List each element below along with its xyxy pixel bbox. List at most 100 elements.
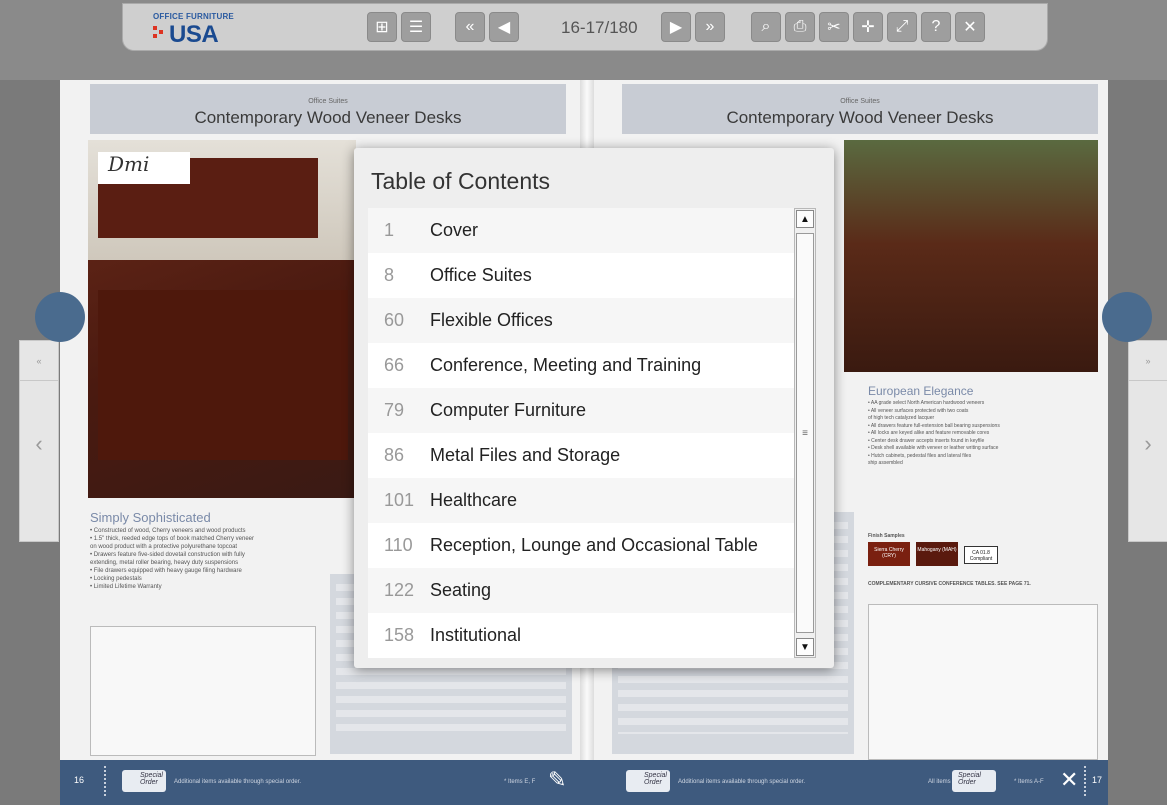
complementary-note: COMPLEMENTARY CURSIVE CONFERENCE TABLES.… (868, 581, 1031, 587)
special-order-badge-left: Special Order (122, 770, 166, 792)
chevron-right-icon: › (1144, 431, 1152, 456)
finish-swatch-mahogany: Mahogany (MAH) (916, 542, 958, 566)
double-chevron-left-icon: « (20, 341, 58, 381)
toc-page-number: 8 (384, 265, 395, 285)
toc-item-label: Flexible Offices (430, 310, 553, 330)
grip-icon: ≡ (802, 427, 808, 439)
toc-page-number: 110 (384, 535, 413, 555)
toc-item-label: Healthcare (430, 490, 518, 510)
pdf-button[interactable]: ✂ (819, 12, 849, 42)
zoom-icon: ✛ (861, 19, 875, 36)
chevron-right-icon: ▶ (669, 19, 683, 36)
thumbnails-button[interactable]: ⊞ (367, 12, 397, 42)
toc-item[interactable]: 66 Conference, Meeting and Training (368, 343, 804, 388)
toc-item-label: Metal Files and Storage (430, 445, 621, 465)
toc-button[interactable]: ☰ (401, 12, 431, 42)
toc-item-label: Computer Furniture (430, 400, 587, 420)
finish-swatch-cherry: Sierra Cherry (CRY) (868, 542, 910, 566)
chevron-left-icon: ◀ (497, 19, 511, 36)
scroll-up-button[interactable]: ▲ (796, 210, 814, 228)
prev-page-tab[interactable] (35, 292, 85, 342)
toc-item-label: Office Suites (430, 265, 532, 285)
right-diagram-box (868, 604, 1098, 760)
left-page-title: Contemporary Wood Veneer Desks (194, 108, 462, 127)
left-footer-text: Additional items available through speci… (174, 779, 302, 785)
toc-item-label: Seating (430, 580, 492, 600)
toc-page-number: 122 (384, 580, 415, 600)
right-footer-items: * Items A-F (1014, 779, 1044, 785)
next-page-button[interactable]: ▶ (661, 12, 691, 42)
fullscreen-button[interactable]: ⤢ (887, 12, 917, 42)
left-page-number: 16 (74, 775, 85, 785)
last-page-button[interactable]: » (695, 12, 725, 42)
toc-page-number: 79 (384, 400, 405, 420)
toc-item-label: Institutional (430, 625, 522, 645)
triangle-down-icon: ▼ (800, 641, 810, 653)
toc-item[interactable]: 122 Seating (368, 568, 804, 613)
right-page-title: Contemporary Wood Veneer Desks (726, 108, 994, 127)
toc-item[interactable]: 8 Office Suites (368, 253, 804, 298)
logo-mark-icon (153, 26, 165, 40)
left-product-photo (88, 140, 356, 498)
toc-item[interactable]: 101 Healthcare (368, 478, 804, 523)
close-button[interactable]: ✕ (955, 12, 985, 42)
toc-list: 1 Cover 8 Office Suites 60 Flexible Offices… (368, 208, 804, 658)
help-button[interactable]: ? (921, 12, 951, 42)
special-order-badge-all: Special Order (952, 770, 996, 792)
brand-logo: Dmi (98, 152, 190, 184)
left-footer-items: * Items E, F (504, 779, 536, 785)
toc-page-number: 60 (384, 310, 405, 330)
print-icon: ⎙ (793, 18, 807, 35)
right-bullets: • AA grade select North American hardwoo… (868, 400, 1000, 466)
toc-page-number: 66 (384, 355, 405, 375)
first-page-button[interactable]: « (455, 12, 485, 42)
search-icon: ⌕ (761, 18, 771, 35)
close-icon: ✕ (963, 19, 977, 36)
logo-small-text: OFFICE FURNITURE (153, 12, 234, 21)
tools-icon: ✕ (1060, 767, 1079, 792)
toc-page-number: 158 (384, 625, 415, 645)
right-section-label: Office Suites (840, 98, 880, 105)
toc-item[interactable]: 60 Flexible Offices (368, 298, 804, 343)
scroll-thumb[interactable]: ≡ (796, 233, 814, 633)
right-footer-all: All items (928, 779, 951, 785)
toc-page-number: 86 (384, 445, 405, 465)
left-feature-title: Simply Sophisticated (90, 510, 211, 525)
pdf-icon: ✂ (827, 19, 841, 36)
prev-spread-panel[interactable]: « ‹ (19, 340, 59, 542)
toc-item[interactable]: 79 Computer Furniture (368, 388, 804, 433)
toc-item-label: Cover (430, 220, 479, 240)
help-icon: ? (931, 18, 941, 35)
finish-samples-label: Finish Samples (868, 533, 905, 539)
double-chevron-right-icon: » (705, 18, 715, 35)
scroll-down-button[interactable]: ▼ (796, 638, 814, 656)
toc-page-number: 101 (384, 490, 415, 510)
toc-item[interactable]: 1 Cover (368, 208, 804, 253)
toc-dialog: Table of Contents 1 Cover 8 Office Suites … (354, 148, 834, 668)
toc-item[interactable]: 158 Institutional (368, 613, 804, 658)
next-page-tab[interactable] (1102, 292, 1152, 342)
toc-item-label: Reception, Lounge and Occasional Table (430, 535, 758, 555)
toc-item[interactable]: 86 Metal Files and Storage (368, 433, 804, 478)
special-order-badge-right: Special Order (626, 770, 670, 792)
toc-scrollbar[interactable]: ▲ ≡ ▼ (794, 208, 816, 658)
compliance-badge: CA 01.8 Compliant (964, 546, 998, 564)
chevron-left-icon: ‹ (35, 431, 43, 456)
logo-big-text: USA (169, 21, 219, 48)
left-diagram-box (90, 626, 316, 756)
right-feature-title: European Elegance (868, 384, 974, 398)
search-button[interactable]: ⌕ (751, 12, 781, 42)
right-product-photo (844, 140, 1098, 372)
next-spread-panel[interactable]: » › (1128, 340, 1167, 542)
toc-title: Table of Contents (371, 168, 551, 194)
zoom-button[interactable]: ✛ (853, 12, 883, 42)
print-button[interactable]: ⎙ (785, 12, 815, 42)
prev-page-button[interactable]: ◀ (489, 12, 519, 42)
page-indicator: 16-17/180 (561, 18, 638, 37)
pencil-icon: ✎ (548, 767, 567, 792)
double-chevron-right-icon: » (1129, 341, 1167, 381)
left-section-label: Office Suites (308, 98, 348, 105)
list-icon: ☰ (408, 19, 424, 36)
fullscreen-icon: ⤢ (895, 18, 909, 35)
toc-item[interactable]: 110 Reception, Lounge and Occasional Tabl… (368, 523, 804, 568)
